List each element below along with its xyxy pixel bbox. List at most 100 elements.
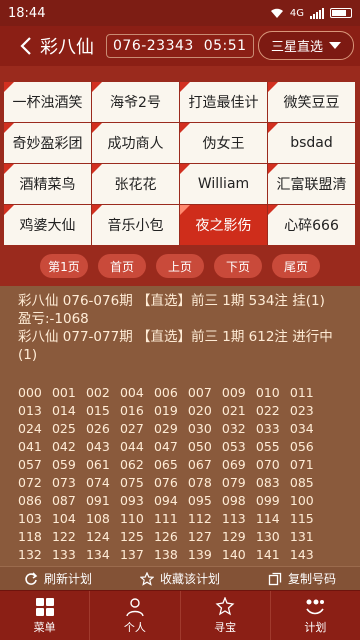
nav-plan-label: 计划 (304, 620, 327, 634)
number-item: 139 (187, 547, 212, 562)
number-item: 143 (289, 547, 314, 562)
next-page-button[interactable]: 下页 (214, 254, 262, 278)
number-item: 020 (187, 403, 212, 418)
number-item: 110 (119, 511, 144, 526)
plan-content[interactable]: 彩八仙 076-076期 【直选】前三 1期 534注 挂(1) 盈亏:-106… (0, 286, 360, 566)
plan-cell[interactable]: 鸡婆大仙 (4, 205, 91, 245)
number-item: 122 (51, 529, 76, 544)
back-button[interactable] (14, 26, 38, 66)
plan-cell[interactable]: 音乐小包 (92, 205, 179, 245)
number-item: 007 (187, 385, 212, 400)
number-item: 095 (187, 493, 212, 508)
battery-icon (330, 8, 352, 18)
number-item: 042 (51, 439, 76, 454)
number-item: 072 (18, 475, 42, 490)
header: 彩八仙 076-23343 05:51 三星直选 (0, 26, 360, 66)
chevron-left-icon (20, 37, 31, 55)
plan-grid: 一杯浊酒笑 海爷2号 打造最佳计 微笑豆豆奇妙盈彩团 成功商人 伪女王 bsdad 酒精菜鸟张… (4, 82, 356, 245)
refresh-label: 刷新计划 (43, 572, 92, 586)
number-item: 067 (187, 457, 212, 472)
favorite-label: 收藏该计划 (159, 572, 220, 586)
signal-icon (310, 7, 324, 19)
number-item: 030 (187, 421, 212, 436)
number-item: 041 (18, 439, 42, 454)
plan-cell[interactable]: 一杯浊酒笑 (4, 82, 91, 122)
number-item: 104 (51, 511, 76, 526)
number-item: 115 (289, 511, 314, 526)
action-bar: 刷新计划 收藏该计划 复制号码 (0, 566, 360, 590)
nav-treasure[interactable]: 寻宝 (179, 591, 270, 640)
plan-cell[interactable]: 伪女王 (180, 123, 267, 163)
plan-cell[interactable]: 打造最佳计 (180, 82, 267, 122)
plan-cell[interactable]: 奇妙盈彩团 (4, 123, 91, 163)
nav-profile[interactable]: 个人 (89, 591, 179, 640)
copy-numbers-button[interactable]: 复制号码 (268, 570, 336, 587)
app-title: 彩八仙 (40, 37, 94, 58)
number-item: 134 (85, 547, 110, 562)
nav-menu-label: 菜单 (33, 620, 56, 634)
plan-cell[interactable]: 夜之影伤 (180, 205, 267, 245)
bottom-nav: 菜单 个人 寻宝 计划 (0, 590, 360, 640)
plan-cell[interactable]: 张花花 (92, 164, 179, 204)
number-item: 127 (187, 529, 212, 544)
number-item: 129 (221, 529, 246, 544)
page-indicator-button[interactable]: 第1页 (40, 254, 88, 278)
number-item: 100 (289, 493, 314, 508)
number-item: 023 (289, 403, 314, 418)
number-item: 057 (18, 457, 42, 472)
number-item: 091 (85, 493, 110, 508)
first-page-button[interactable]: 首页 (98, 254, 146, 278)
number-item: 099 (255, 493, 280, 508)
status-bar: 18:44 4G (0, 0, 360, 26)
history-line: 彩八仙 077-077期 【直选】前三 1期 612注 进行中(1) (18, 329, 333, 363)
number-item: 133 (51, 547, 76, 562)
plan-cell[interactable]: William (180, 164, 267, 204)
plan-cell[interactable]: bsdad (268, 123, 355, 163)
number-item: 137 (119, 547, 144, 562)
number-item: 015 (85, 403, 110, 418)
number-item: 011 (289, 385, 314, 400)
number-item: 047 (153, 439, 178, 454)
number-item: 004 (119, 385, 144, 400)
copy-icon (268, 572, 282, 586)
number-item: 069 (221, 457, 246, 472)
number-item: 002 (85, 385, 110, 400)
nav-plan[interactable]: 计划 (269, 591, 360, 640)
mode-select[interactable]: 三星直选 (258, 31, 354, 60)
number-item: 044 (119, 439, 144, 454)
number-item: 086 (18, 493, 42, 508)
number-item: 074 (85, 475, 110, 490)
number-item: 056 (289, 439, 314, 454)
number-item: 124 (85, 529, 110, 544)
plan-cell[interactable]: 成功商人 (92, 123, 179, 163)
number-item: 010 (255, 385, 280, 400)
number-item: 032 (221, 421, 246, 436)
number-item: 114 (255, 511, 280, 526)
number-item: 073 (51, 475, 76, 490)
pager: 第1页 首页 上页 下页 尾页 (0, 246, 360, 286)
number-item: 141 (255, 547, 280, 562)
number-item: 076 (153, 475, 178, 490)
number-item: 014 (51, 403, 76, 418)
plan-cell[interactable]: 酒精菜鸟 (4, 164, 91, 204)
nav-profile-label: 个人 (123, 620, 146, 634)
plan-cell[interactable]: 微笑豆豆 (268, 82, 355, 122)
number-item: 070 (255, 457, 280, 472)
number-item: 103 (18, 511, 42, 526)
issue-countdown: 076-23343 05:51 (106, 34, 254, 58)
plan-cell[interactable]: 汇富联盟清 (268, 164, 355, 204)
plan-cell[interactable]: 海爷2号 (92, 82, 179, 122)
number-item: 001 (51, 385, 76, 400)
number-item: 043 (85, 439, 110, 454)
plan-cell[interactable]: 心碎666 (268, 205, 355, 245)
prev-page-button[interactable]: 上页 (156, 254, 204, 278)
number-item: 013 (18, 403, 42, 418)
number-item: 138 (153, 547, 178, 562)
plan-grid-panel: 一杯浊酒笑 海爷2号 打造最佳计 微笑豆豆奇妙盈彩团 成功商人 伪女王 bsdad 酒精菜鸟张… (0, 66, 360, 246)
countdown: 05:51 (203, 38, 247, 54)
number-item: 033 (255, 421, 280, 436)
last-page-button[interactable]: 尾页 (272, 254, 320, 278)
nav-menu[interactable]: 菜单 (0, 591, 89, 640)
favorite-plan-button[interactable]: 收藏该计划 (139, 570, 220, 587)
refresh-plan-button[interactable]: 刷新计划 (24, 570, 92, 587)
